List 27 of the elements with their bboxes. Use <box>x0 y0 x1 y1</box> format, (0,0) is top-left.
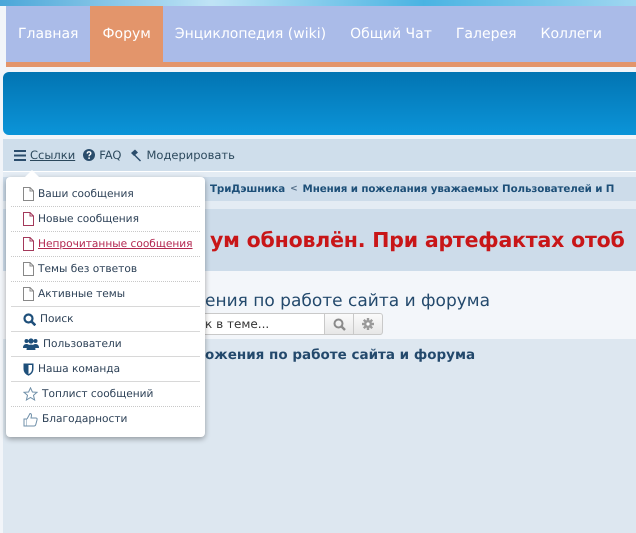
menu-item[interactable]: Темы без ответов <box>38 263 138 275</box>
help-icon <box>83 149 96 161</box>
toolbar-link[interactable]: Модерировать <box>146 148 235 162</box>
hammer-icon <box>129 148 142 162</box>
gear-icon <box>362 318 374 330</box>
menu-item[interactable]: Пользователи <box>43 338 122 350</box>
search-icon <box>332 318 346 330</box>
search-field[interactable]: к в теме... <box>205 313 325 335</box>
toolbar-link[interactable]: FAQ <box>99 148 122 162</box>
breadcrumb-link[interactable]: ТриДэшника <box>210 183 286 195</box>
search-button[interactable] <box>325 313 354 335</box>
thread-title: ения по работе сайта и форума <box>205 291 492 311</box>
menu-item[interactable]: Поиск <box>40 313 74 325</box>
menu-item[interactable]: Наша команда <box>38 363 120 375</box>
menu-item[interactable]: Непрочитанные сообщения <box>38 238 193 250</box>
menu-item[interactable]: Активные темы <box>38 288 126 300</box>
menu-item[interactable]: Благодарности <box>42 413 128 425</box>
menu-icon <box>14 150 26 160</box>
section-heading: ожения по работе сайта и форума <box>205 347 476 363</box>
notice-text: ум обновлён. При артефактах отоб <box>210 228 625 252</box>
breadcrumb-separator: < <box>290 184 298 194</box>
menu-item[interactable]: Новые сообщения <box>38 213 139 225</box>
menu-item[interactable]: Топлист сообщений <box>42 388 154 400</box>
toolbar-link[interactable]: Ссылки <box>30 148 76 162</box>
breadcrumb-link[interactable]: Мнения и пожелания уважаемых Пользователей и П <box>302 183 614 195</box>
settings-button[interactable] <box>354 313 383 335</box>
menu-item[interactable]: Ваши сообщения <box>38 188 134 200</box>
